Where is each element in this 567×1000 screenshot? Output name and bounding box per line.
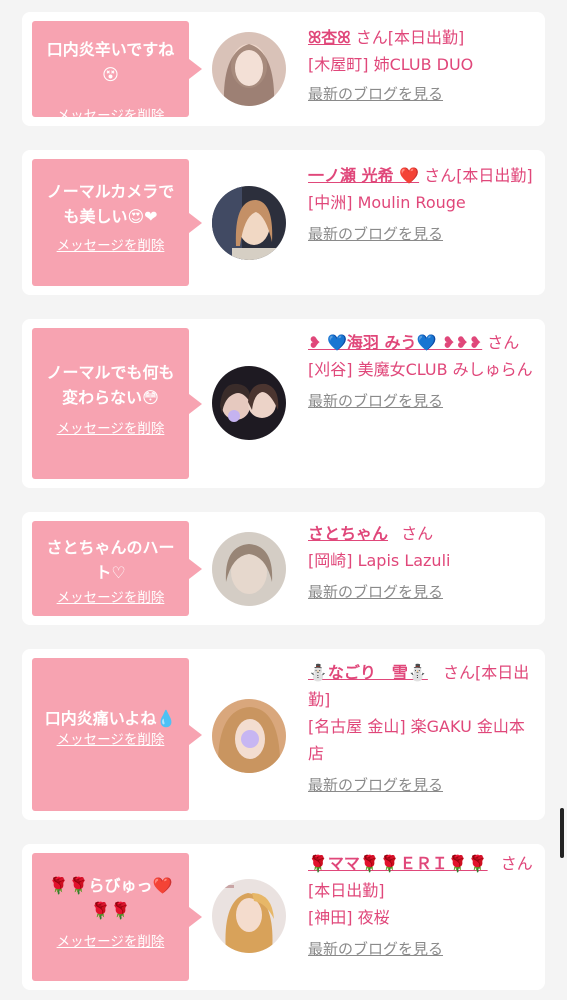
message-card: ノーマルカメラでも美しい😍❤ メッセージを削除 一ノ瀬 光希 ❤️ さん[本日出… bbox=[22, 150, 545, 295]
cast-info: 🌹ママ🌹🌹ＥＲＩ🌹🌹 さん [本日出勤] [神田] 夜桜 最新のブログを見る bbox=[308, 850, 536, 959]
latest-blog-link[interactable]: 最新のブログを見る bbox=[308, 224, 536, 244]
shop-name: [刈谷] 美魔女CLUB みしゅらん bbox=[308, 360, 533, 379]
message-card: 口内炎痛いよね💧 メッセージを削除 ⛄なごり 雪⛄ さん[本日出勤] [名古屋 … bbox=[22, 649, 545, 820]
avatar-photo bbox=[212, 699, 286, 773]
message-bubble: 口内炎辛いですね😵 メッセージを削除 bbox=[32, 21, 202, 124]
message-text: ノーマルでも何も変わらない😳 bbox=[46, 363, 175, 407]
message-bubble: 口内炎痛いよね💧 メッセージを削除 bbox=[32, 658, 202, 811]
message-text: 口内炎痛いよね💧 bbox=[44, 709, 177, 728]
avatar[interactable] bbox=[212, 699, 286, 773]
shop-name: [名古屋 金山] 楽GAKU 金山本店 bbox=[308, 717, 525, 763]
message-text: ノーマルカメラでも美しい😍❤ bbox=[46, 182, 175, 226]
cast-info: 一ノ瀬 光希 ❤️ さん[本日出勤] [中洲] Moulin Rouge 最新の… bbox=[308, 162, 536, 244]
message-list: 口内炎辛いですね😵 メッセージを削除 ꕤ杏ꕤ さん[本日出勤] [木屋町] 姉C… bbox=[0, 0, 567, 1000]
message-text: 口内炎辛いですね😵 bbox=[46, 40, 175, 84]
cast-name-link[interactable]: さとちゃん bbox=[308, 524, 388, 543]
cast-name-link[interactable]: ❥ 💙海羽 みう💙 ❥❥❥ bbox=[308, 333, 482, 352]
shop-name: [神田] 夜桜 bbox=[308, 908, 390, 927]
work-status: [本日出勤] bbox=[456, 166, 533, 185]
cast-name-link[interactable]: ⛄なごり 雪⛄ bbox=[308, 663, 428, 682]
delete-message-link[interactable]: メッセージを削除 bbox=[40, 589, 181, 607]
avatar[interactable] bbox=[212, 32, 286, 106]
avatar[interactable] bbox=[212, 186, 286, 260]
honorific: さん bbox=[355, 28, 388, 47]
cast-name-link[interactable]: 🌹ママ🌹🌹ＥＲＩ🌹🌹 bbox=[308, 854, 488, 873]
scrollbar[interactable] bbox=[560, 808, 564, 858]
delete-message-link[interactable]: メッセージを削除 bbox=[40, 107, 181, 125]
latest-blog-link[interactable]: 最新のブログを見る bbox=[308, 775, 536, 795]
delete-message-link[interactable]: メッセージを削除 bbox=[40, 731, 181, 749]
message-bubble: 🌹🌹らびゅっ❤️🌹🌹 メッセージを削除 bbox=[32, 853, 202, 981]
avatar-photo bbox=[212, 32, 286, 106]
honorific: さん bbox=[424, 166, 457, 185]
honorific: さん bbox=[500, 854, 533, 873]
message-bubble: ノーマルカメラでも美しい😍❤ メッセージを削除 bbox=[32, 159, 202, 286]
honorific: さん bbox=[442, 663, 475, 682]
cast-info: ❥ 💙海羽 みう💙 ❥❥❥ さん [刈谷] 美魔女CLUB みしゅらん 最新のブ… bbox=[308, 329, 536, 411]
latest-blog-link[interactable]: 最新のブログを見る bbox=[308, 582, 536, 602]
avatar-photo bbox=[212, 879, 286, 953]
avatar[interactable] bbox=[212, 879, 286, 953]
avatar-photo bbox=[212, 366, 286, 440]
avatar-photo bbox=[212, 532, 286, 606]
delete-message-link[interactable]: メッセージを削除 bbox=[40, 237, 181, 255]
avatar[interactable] bbox=[212, 532, 286, 606]
message-text: 🌹🌹らびゅっ❤️🌹🌹 bbox=[48, 876, 173, 920]
work-status: [本日出勤] bbox=[387, 28, 465, 47]
honorific: さん bbox=[487, 333, 520, 352]
cast-info: ⛄なごり 雪⛄ さん[本日出勤] [名古屋 金山] 楽GAKU 金山本店 最新の… bbox=[308, 659, 536, 795]
cast-info: さとちゃん さん [岡崎] Lapis Lazuli 最新のブログを見る bbox=[308, 520, 536, 602]
latest-blog-link[interactable]: 最新のブログを見る bbox=[308, 84, 536, 104]
avatar[interactable] bbox=[212, 366, 286, 440]
message-text: さとちゃんのハート♡ bbox=[46, 538, 175, 582]
latest-blog-link[interactable]: 最新のブログを見る bbox=[308, 391, 536, 411]
work-status: [本日出勤] bbox=[308, 881, 385, 900]
cast-name-link[interactable]: 一ノ瀬 光希 ❤️ bbox=[308, 166, 419, 185]
message-card: さとちゃんのハート♡ メッセージを削除 さとちゃん さん [岡崎] Lapis … bbox=[22, 512, 545, 625]
message-card: ノーマルでも何も変わらない😳 メッセージを削除 ❥ 💙海羽 みう💙 ❥❥❥ さん… bbox=[22, 319, 545, 488]
message-card: 🌹🌹らびゅっ❤️🌹🌹 メッセージを削除 🌹ママ🌹🌹ＥＲＩ🌹🌹 さん [本日出勤] … bbox=[22, 844, 545, 990]
latest-blog-link[interactable]: 最新のブログを見る bbox=[308, 939, 536, 959]
message-card: 口内炎辛いですね😵 メッセージを削除 ꕤ杏ꕤ さん[本日出勤] [木屋町] 姉C… bbox=[22, 12, 545, 126]
message-bubble: ノーマルでも何も変わらない😳 メッセージを削除 bbox=[32, 328, 202, 479]
avatar-photo bbox=[212, 186, 286, 260]
shop-name: [岡崎] Lapis Lazuli bbox=[308, 551, 451, 570]
delete-message-link[interactable]: メッセージを削除 bbox=[40, 420, 181, 438]
shop-name: [木屋町] 姉CLUB DUO bbox=[308, 55, 474, 74]
cast-info: ꕤ杏ꕤ さん[本日出勤] [木屋町] 姉CLUB DUO 最新のブログを見る bbox=[308, 24, 536, 104]
shop-name: [中洲] Moulin Rouge bbox=[308, 193, 466, 212]
message-bubble: さとちゃんのハート♡ メッセージを削除 bbox=[32, 521, 202, 616]
cast-name-link[interactable]: ꕤ杏ꕤ bbox=[308, 28, 351, 47]
honorific: さん bbox=[401, 524, 434, 543]
delete-message-link[interactable]: メッセージを削除 bbox=[40, 933, 181, 951]
